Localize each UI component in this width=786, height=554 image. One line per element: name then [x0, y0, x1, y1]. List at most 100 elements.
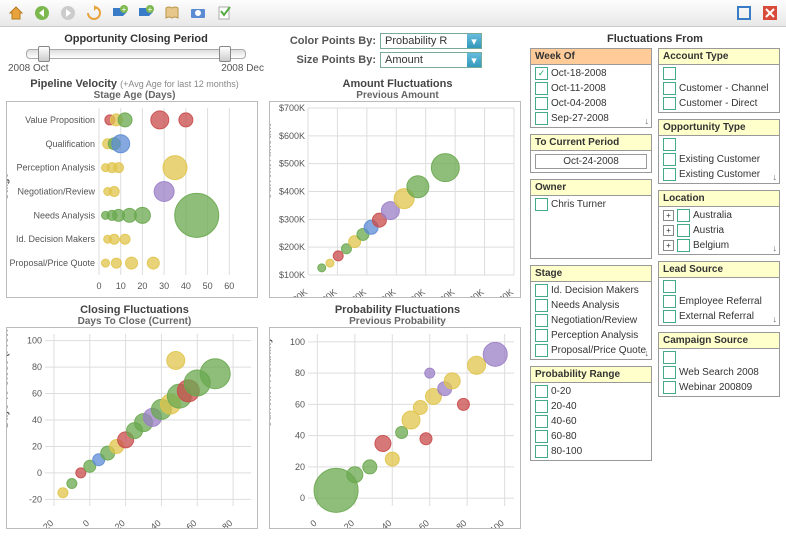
checkbox[interactable] — [535, 385, 548, 398]
filter-item[interactable] — [661, 279, 777, 294]
forward-icon[interactable] — [58, 3, 78, 23]
bookmark-add2-icon[interactable]: + — [136, 3, 156, 23]
svg-text:$300K: $300K — [371, 287, 397, 297]
expand-icon[interactable]: + — [663, 210, 674, 221]
checkbox[interactable] — [535, 344, 548, 357]
plot-area[interactable]: Days To Close (Previous)-20020406080-200… — [6, 327, 258, 529]
checkbox[interactable] — [535, 415, 548, 428]
filter-item[interactable]: Web Search 2008 — [661, 365, 777, 380]
checkbox[interactable] — [663, 97, 676, 110]
checkbox[interactable] — [535, 97, 548, 110]
filter-item[interactable]: Oct-04-2008 — [533, 96, 649, 111]
checkbox[interactable] — [535, 198, 548, 211]
filter-item[interactable]: Perception Analysis — [533, 328, 649, 343]
filter-item[interactable]: Existing Customer — [661, 152, 777, 167]
size-by-dropdown[interactable]: Amount▾ — [380, 52, 482, 68]
plot-area[interactable]: Current Probability020406080100020406080… — [269, 327, 521, 529]
filter-item[interactable] — [661, 137, 777, 152]
checkbox[interactable] — [663, 82, 676, 95]
svg-text:40: 40 — [295, 431, 305, 441]
filter-item[interactable]: 40-60 — [533, 414, 649, 429]
filter-item[interactable]: +Belgium — [661, 238, 777, 253]
filter-owner: OwnerChris Turner — [530, 179, 652, 259]
checkbox[interactable] — [535, 314, 548, 327]
svg-text:20: 20 — [295, 462, 305, 472]
filter-item[interactable]: Needs Analysis — [533, 298, 649, 313]
chevron-down-icon: ▾ — [467, 34, 481, 48]
plot-area[interactable]: Current Amount$0K$100K$200K$300K$400K$50… — [269, 101, 521, 298]
color-by-dropdown[interactable]: Probability R▾ — [380, 33, 482, 49]
scroll-down-icon[interactable]: ↓ — [645, 116, 650, 126]
scroll-down-icon[interactable]: ↓ — [645, 348, 650, 358]
filter-item[interactable]: 80-100 — [533, 444, 649, 459]
scroll-down-icon[interactable]: ↓ — [773, 243, 778, 253]
checkbox[interactable] — [535, 445, 548, 458]
scroll-down-icon[interactable]: ↓ — [773, 172, 778, 182]
filter-item[interactable]: 60-80 — [533, 429, 649, 444]
checkbox[interactable] — [663, 153, 676, 166]
checkbox[interactable] — [535, 430, 548, 443]
svg-text:100: 100 — [488, 518, 506, 528]
filter-item[interactable] — [661, 66, 777, 81]
filter-item[interactable]: 20-40 — [533, 399, 649, 414]
checkbox[interactable]: ✓ — [535, 67, 548, 80]
filter-item[interactable]: Proposal/Price Quote — [533, 343, 649, 358]
svg-text:-20: -20 — [29, 494, 42, 504]
filter-item[interactable]: Negotiation/Review — [533, 313, 649, 328]
refresh-icon[interactable] — [84, 3, 104, 23]
svg-text:Needs Analysis: Needs Analysis — [33, 210, 95, 220]
svg-text:20: 20 — [342, 518, 356, 528]
scroll-down-icon[interactable]: ↓ — [773, 314, 778, 324]
current-period-value: Oct-24-2008 — [535, 154, 647, 169]
checkbox[interactable] — [663, 351, 676, 364]
checkbox[interactable] — [535, 400, 548, 413]
checkbox[interactable] — [535, 299, 548, 312]
svg-text:+: + — [122, 5, 127, 14]
checkbox[interactable] — [535, 112, 548, 125]
home-icon[interactable] — [6, 3, 26, 23]
filter-item[interactable]: +Australia — [661, 208, 777, 223]
back-icon[interactable] — [32, 3, 52, 23]
plot-area[interactable]: Stage0102030405060Value PropositionQuali… — [6, 101, 258, 298]
filter-item[interactable]: Customer - Direct — [661, 96, 777, 111]
book-icon[interactable] — [162, 3, 182, 23]
filter-item[interactable]: Customer - Channel — [661, 81, 777, 96]
checkbox[interactable] — [663, 366, 676, 379]
apply-icon[interactable] — [214, 3, 234, 23]
expand-icon[interactable]: + — [663, 240, 674, 251]
checkbox[interactable] — [663, 295, 676, 308]
filter-item[interactable] — [661, 350, 777, 365]
filter-item[interactable]: Employee Referral — [661, 294, 777, 309]
checkbox[interactable] — [663, 67, 676, 80]
close-icon[interactable] — [760, 3, 780, 23]
filter-item[interactable]: Webinar 200809 — [661, 380, 777, 395]
checkbox[interactable] — [663, 138, 676, 151]
checkbox[interactable] — [677, 239, 690, 252]
filter-probability-range: Probability Range0-2020-4040-6060-8080-1… — [530, 366, 652, 461]
filter-item[interactable]: Oct-11-2008 — [533, 81, 649, 96]
chevron-down-icon: ▾ — [467, 53, 481, 67]
checkbox[interactable] — [677, 209, 690, 222]
filter-item[interactable]: +Austria — [661, 223, 777, 238]
expand-icon[interactable]: + — [663, 225, 674, 236]
filter-item[interactable]: 0-20 — [533, 384, 649, 399]
minimize-icon[interactable] — [734, 3, 754, 23]
filter-item[interactable]: Sep-27-2008 — [533, 111, 649, 126]
filter-item[interactable]: Id. Decision Makers — [533, 283, 649, 298]
filter-item[interactable]: Chris Turner — [533, 197, 649, 212]
closing-period-slider[interactable]: Opportunity Closing Period 2008 Oct2008 … — [6, 33, 266, 74]
checkbox[interactable] — [535, 329, 548, 342]
filter-item[interactable]: External Referral — [661, 309, 777, 324]
checkbox[interactable] — [677, 224, 690, 237]
camera-icon[interactable] — [188, 3, 208, 23]
checkbox[interactable] — [663, 310, 676, 323]
checkbox[interactable] — [535, 82, 548, 95]
svg-text:40: 40 — [379, 518, 393, 528]
filter-item[interactable]: ✓Oct-18-2008 — [533, 66, 649, 81]
checkbox[interactable] — [663, 280, 676, 293]
checkbox[interactable] — [663, 168, 676, 181]
bookmark-add-icon[interactable]: + — [110, 3, 130, 23]
checkbox[interactable] — [535, 284, 548, 297]
filter-item[interactable]: Existing Customer — [661, 167, 777, 182]
checkbox[interactable] — [663, 381, 676, 394]
